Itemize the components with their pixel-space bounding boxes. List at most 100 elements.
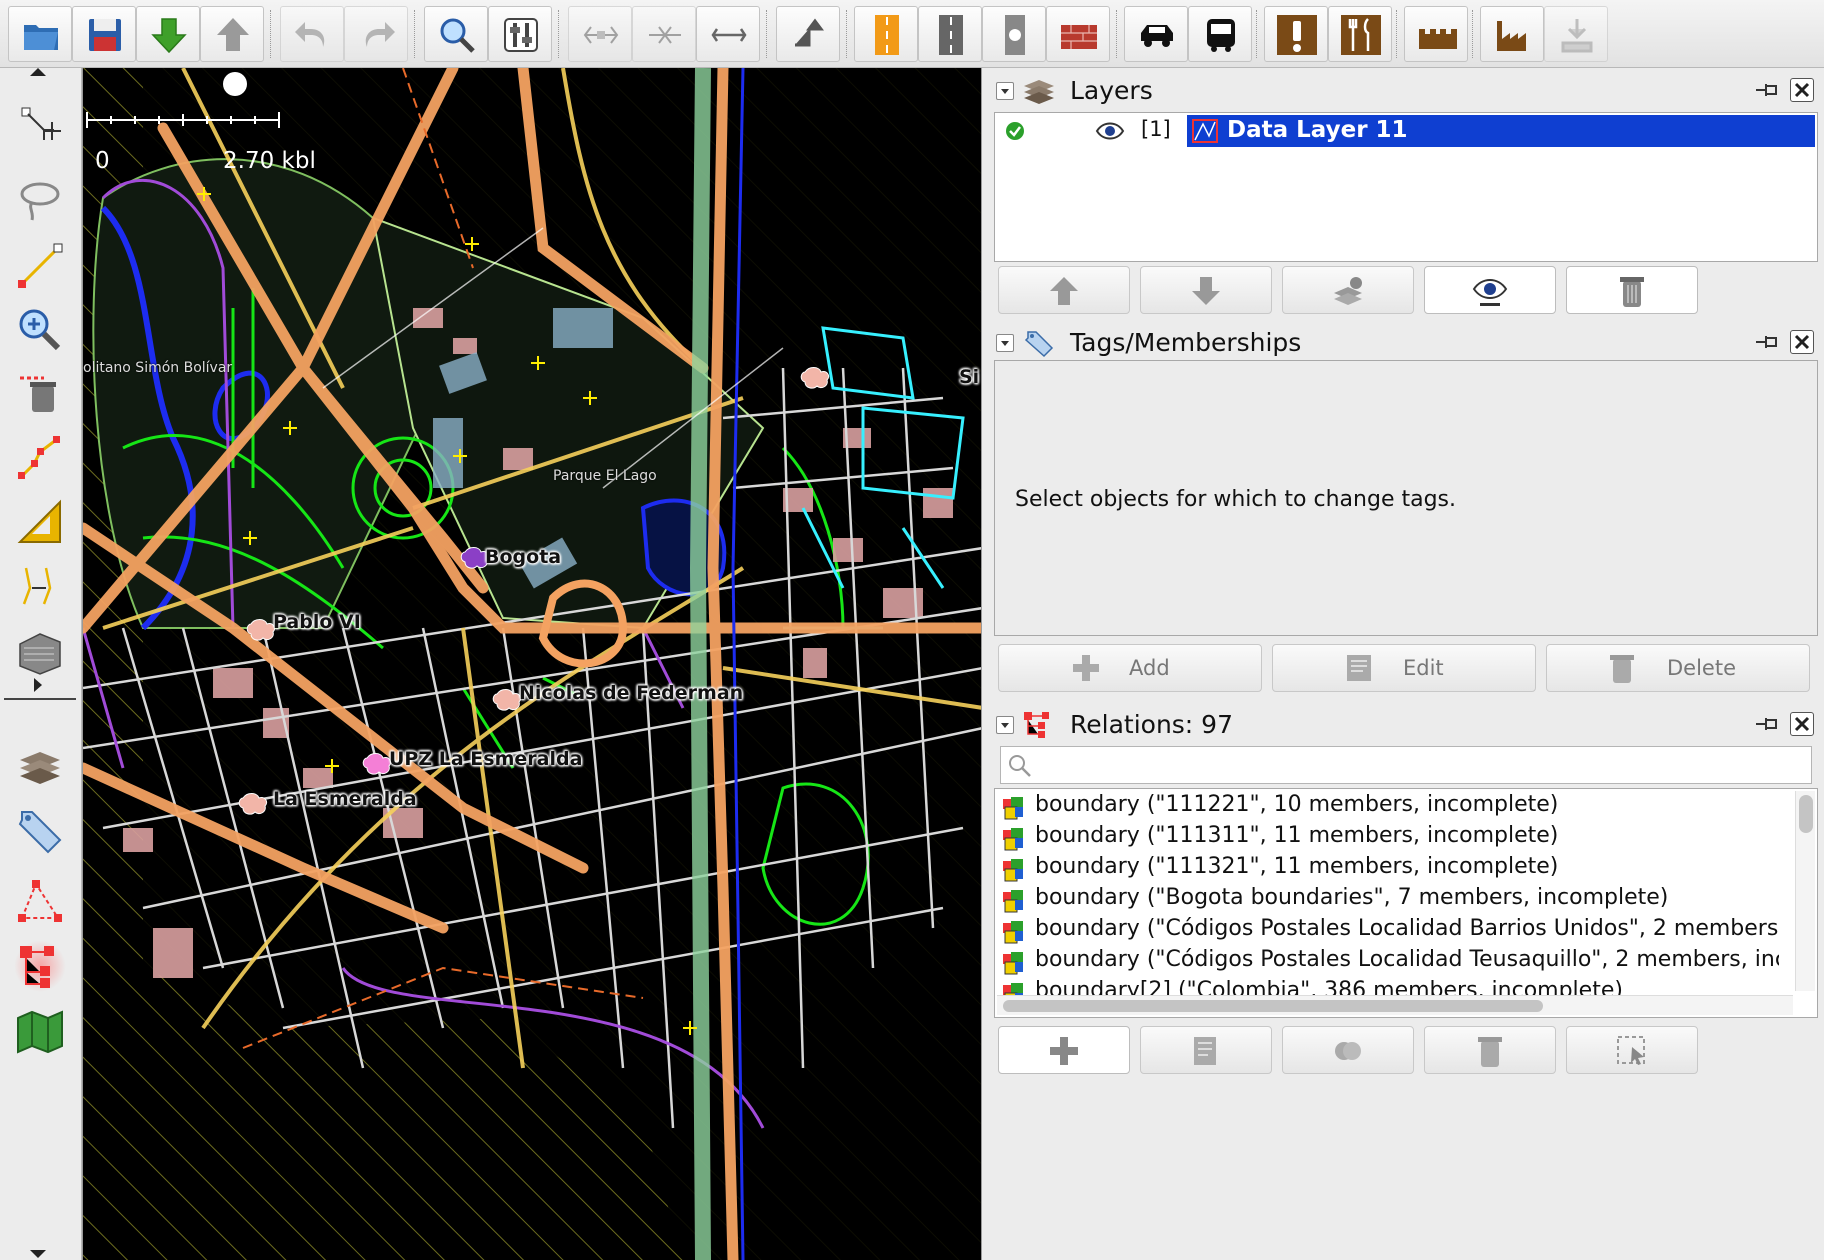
relation-row[interactable]: boundary ("Bogota boundaries", 7 members… xyxy=(999,884,1779,914)
improve-way-tool[interactable] xyxy=(14,432,66,484)
relation-row[interactable]: boundary ("Códigos Postales Localidad Te… xyxy=(999,946,1779,976)
set-square-icon xyxy=(17,499,61,543)
preset-industrial-button[interactable] xyxy=(1480,6,1544,62)
select-tool[interactable] xyxy=(14,100,66,152)
tag-icon xyxy=(1024,331,1054,358)
layer-name[interactable]: Data Layer 11 xyxy=(1187,115,1815,147)
active-check-icon[interactable] xyxy=(1005,121,1025,141)
sliders-icon xyxy=(504,18,538,52)
relation-select-members-button[interactable] xyxy=(1566,1026,1698,1074)
relation-duplicate-button[interactable] xyxy=(1282,1026,1414,1074)
layers-list[interactable]: [1] Data Layer 11 xyxy=(994,112,1818,262)
zoom-button[interactable] xyxy=(424,6,488,62)
merge-nodes-button[interactable] xyxy=(632,6,696,62)
scrollbar-thumb[interactable] xyxy=(1003,1000,1543,1012)
split-way-button[interactable] xyxy=(568,6,632,62)
upload-button[interactable] xyxy=(200,6,264,62)
map-paint-toggle[interactable] xyxy=(14,1006,66,1058)
boundary-relation-icon xyxy=(1003,797,1023,820)
preset-rail-button[interactable] xyxy=(918,6,982,62)
undo-button[interactable] xyxy=(280,6,344,62)
relation-delete-button[interactable] xyxy=(1424,1026,1556,1074)
close-layers-button[interactable] xyxy=(1790,78,1814,102)
preset-car-button[interactable] xyxy=(1124,6,1188,62)
tags-table[interactable]: Select objects for which to change tags. xyxy=(994,360,1818,636)
scroll-down-arrow-icon[interactable] xyxy=(30,1250,46,1258)
tag-edit-button[interactable]: Edit xyxy=(1272,644,1536,692)
relation-row[interactable]: boundary ("111221", 10 members, incomple… xyxy=(999,791,1779,821)
collapse-relations-button[interactable] xyxy=(996,716,1014,734)
map-view[interactable]: 0 2.70 kbl olitano Simón Bolívar Parque … xyxy=(82,68,982,1260)
layer-show-hide-button[interactable] xyxy=(1424,266,1556,314)
relations-toggle[interactable] xyxy=(14,940,66,992)
layer-move-down-button[interactable] xyxy=(1140,266,1272,314)
lasso-tool[interactable] xyxy=(14,176,66,228)
align-line-button[interactable] xyxy=(696,6,760,62)
close-tags-button[interactable] xyxy=(1790,330,1814,354)
zoom-tool[interactable] xyxy=(14,304,66,356)
tag-delete-button[interactable]: Delete xyxy=(1546,644,1810,692)
parallel-tool[interactable] xyxy=(14,560,66,612)
relation-row[interactable]: boundary ("111311", 11 members, incomple… xyxy=(999,822,1779,852)
collapse-layers-button[interactable] xyxy=(996,82,1014,100)
draw-tool[interactable] xyxy=(14,240,66,292)
undock-icon[interactable] xyxy=(1754,80,1780,100)
layer-merge-button[interactable] xyxy=(1282,266,1414,314)
reverse-way-button[interactable] xyxy=(776,6,840,62)
exclamation-icon xyxy=(1277,15,1317,55)
preset-disabled-button[interactable] xyxy=(1544,6,1608,62)
toolbar-separator xyxy=(846,10,847,58)
relations-list[interactable]: boundary ("111221", 10 members, incomple… xyxy=(994,788,1818,1018)
preset-emergency-button[interactable] xyxy=(1264,6,1328,62)
layer-delete-button[interactable] xyxy=(1566,266,1698,314)
scrollbar-thumb[interactable] xyxy=(1799,795,1813,833)
relations-search-field[interactable] xyxy=(1000,746,1812,784)
close-relations-button[interactable] xyxy=(1790,712,1814,736)
selection-list-toggle[interactable] xyxy=(14,874,66,926)
preset-barrier-button[interactable] xyxy=(1046,6,1110,62)
redo-button[interactable] xyxy=(344,6,408,62)
selection-icon xyxy=(18,880,62,922)
layers-toggle[interactable] xyxy=(14,740,66,792)
place-label-bogota: Bogota xyxy=(485,546,562,568)
undock-icon[interactable] xyxy=(1754,332,1780,352)
open-file-button[interactable] xyxy=(8,6,72,62)
scroll-up-arrow-icon[interactable] xyxy=(30,68,46,76)
preset-castle-button[interactable] xyxy=(1404,6,1468,62)
relation-row[interactable]: boundary ("111321", 11 members, incomple… xyxy=(999,853,1779,883)
relation-new-button[interactable] xyxy=(998,1026,1130,1074)
relations-search-input[interactable] xyxy=(1039,751,1799,779)
delete-tool[interactable] xyxy=(14,368,66,420)
eye-icon[interactable] xyxy=(1095,119,1125,143)
measure-tool[interactable] xyxy=(14,496,66,548)
tags-panel-title: Tags/Memberships xyxy=(1070,328,1302,357)
collapse-tags-button[interactable] xyxy=(996,334,1014,352)
expand-arrow-icon[interactable] xyxy=(34,678,42,692)
layers-panel-header: Layers xyxy=(990,68,1818,112)
footway-icon xyxy=(1005,15,1025,55)
download-button[interactable] xyxy=(136,6,200,62)
layer-move-up-button[interactable] xyxy=(998,266,1130,314)
tags-toggle[interactable] xyxy=(14,806,66,858)
close-icon xyxy=(1794,716,1810,732)
relation-edit-button[interactable] xyxy=(1140,1026,1272,1074)
toolbar-separator xyxy=(558,10,559,58)
map-canvas[interactable] xyxy=(83,68,982,1260)
preset-bus-button[interactable] xyxy=(1188,6,1252,62)
tag-add-button[interactable]: Add xyxy=(998,644,1262,692)
relation-row[interactable]: boundary ("Códigos Postales Localidad Ba… xyxy=(999,915,1779,945)
relation-label: boundary ("Códigos Postales Localidad Te… xyxy=(1035,947,1779,972)
preset-restaurant-button[interactable] xyxy=(1328,6,1392,62)
relations-vertical-scrollbar[interactable] xyxy=(1795,791,1815,991)
select-members-icon xyxy=(1617,1036,1645,1065)
preferences-button[interactable] xyxy=(488,6,552,62)
tag-edit-label: Edit xyxy=(1403,656,1444,680)
preset-road-button[interactable] xyxy=(854,6,918,62)
save-button[interactable] xyxy=(72,6,136,62)
preset-footway-button[interactable] xyxy=(982,6,1046,62)
relations-horizontal-scrollbar[interactable] xyxy=(997,995,1793,1015)
undock-icon[interactable] xyxy=(1754,714,1780,734)
layer-row[interactable]: [1] Data Layer 11 xyxy=(997,115,1817,147)
merge-layers-icon xyxy=(1334,277,1362,305)
building-tool[interactable] xyxy=(14,624,66,676)
